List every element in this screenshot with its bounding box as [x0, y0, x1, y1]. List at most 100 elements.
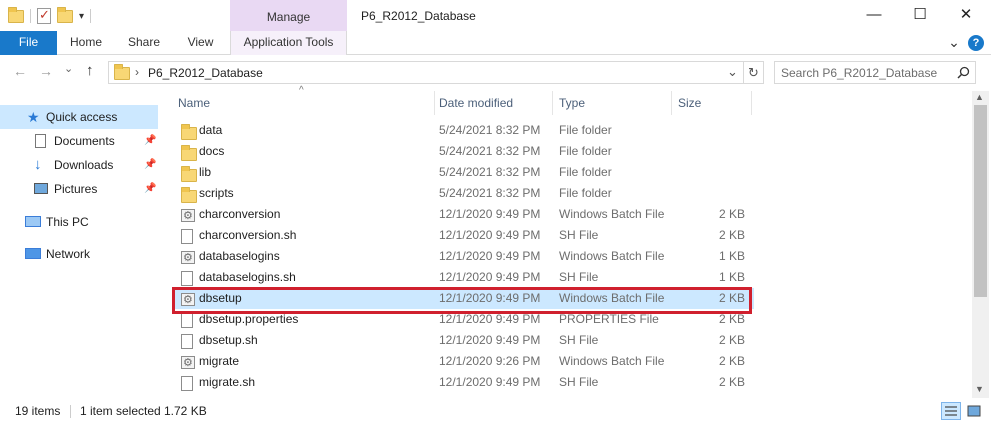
recent-locations-button[interactable]: ⌄	[64, 62, 73, 75]
file-row[interactable]: dbsetup.sh 12/1/2020 9:49 PM SH File 2 KB	[172, 330, 754, 351]
close-button[interactable]: ✕	[943, 0, 989, 31]
forward-button[interactable]: →	[39, 63, 53, 79]
nav-item-this-pc[interactable]: This PC	[0, 210, 158, 234]
column-headers: ^ Name Date modified Type Size	[172, 85, 972, 115]
file-name: lib	[199, 165, 212, 179]
tab-view[interactable]: View	[178, 31, 223, 55]
column-divider[interactable]	[434, 91, 435, 115]
nav-item-label: Pictures	[54, 182, 98, 196]
up-button[interactable]: ↑	[86, 62, 94, 79]
file-icon-shape	[181, 271, 193, 286]
column-divider[interactable]	[671, 91, 672, 115]
file-type: File folder	[559, 186, 612, 200]
help-icon[interactable]: ?	[968, 35, 984, 51]
column-divider[interactable]	[552, 91, 553, 115]
pin-icon[interactable]: 📌	[144, 129, 156, 153]
address-dropdown-icon[interactable]: ⌄	[727, 64, 738, 80]
file-type: Windows Batch File	[559, 249, 665, 263]
file-date: 5/24/2021 8:32 PM	[439, 144, 541, 158]
file-size: 2 KB	[718, 354, 745, 368]
vertical-scrollbar[interactable]: ▲ ▼	[972, 91, 989, 398]
file-type: SH File	[559, 333, 599, 347]
file-row[interactable]: databaselogins.sh 12/1/2020 9:49 PM SH Fil…	[172, 267, 754, 288]
batch-file-icon-shape	[181, 206, 195, 227]
scroll-up-arrow[interactable]: ▲	[975, 92, 984, 102]
nav-item-label: Network	[46, 247, 91, 261]
selection-count: 1 item selected	[80, 404, 161, 418]
file-type: Windows Batch File	[559, 354, 665, 368]
batch-file-icon-shape	[181, 248, 195, 269]
folder-icon-shape	[181, 166, 197, 182]
file-row[interactable]: lib 5/24/2021 8:32 PM File folder	[172, 162, 754, 183]
back-button[interactable]: ←	[13, 63, 27, 79]
nav-item-pictures[interactable]: Pictures 📌	[0, 177, 158, 201]
documents-icon	[35, 134, 46, 148]
file-row[interactable]: charconversion.sh 12/1/2020 9:49 PM SH Fil…	[172, 225, 754, 246]
title-bar: ▾ Manage P6_R2012_Database — ☐ ✕	[0, 0, 991, 31]
file-name: data	[199, 123, 223, 137]
minimize-button[interactable]: —	[851, 0, 897, 31]
nav-item-quick-access[interactable]: ★ Quick access	[0, 105, 158, 129]
refresh-button[interactable]: ↻	[744, 61, 764, 84]
file-size: 2 KB	[718, 375, 745, 389]
tab-home[interactable]: Home	[62, 31, 110, 55]
pin-icon[interactable]: 📌	[144, 153, 156, 177]
file-row[interactable]: migrate.sh 12/1/2020 9:49 PM SH File 2 KB	[172, 372, 754, 393]
scroll-down-arrow[interactable]: ▼	[975, 384, 984, 394]
column-header-type[interactable]: Type	[559, 91, 669, 115]
file-size: 2 KB	[718, 228, 745, 242]
folder-icon-shape	[181, 145, 197, 161]
file-icon-shape	[181, 334, 193, 349]
properties-icon[interactable]	[37, 7, 51, 24]
column-header-name[interactable]: Name	[178, 91, 433, 115]
file-row[interactable]: data 5/24/2021 8:32 PM File folder	[172, 120, 754, 141]
search-icon[interactable]	[957, 66, 970, 79]
details-view-button[interactable]	[941, 402, 961, 420]
search-input[interactable]	[781, 62, 951, 83]
scrollbar-thumb[interactable]	[974, 105, 987, 297]
pictures-icon	[34, 183, 48, 194]
column-header-date[interactable]: Date modified	[439, 91, 549, 115]
file-date: 5/24/2021 8:32 PM	[439, 123, 541, 137]
file-type: File folder	[559, 144, 612, 158]
pin-icon[interactable]: 📌	[144, 177, 156, 201]
folder-icon-shape	[181, 124, 197, 140]
large-icons-view-button[interactable]	[964, 402, 984, 420]
file-row[interactable]: charconversion 12/1/2020 9:49 PM Windows B…	[172, 204, 754, 227]
quick-access-toolbar: ▾	[8, 5, 92, 27]
file-icon-shape	[181, 229, 193, 244]
nav-item-label: Documents	[54, 134, 115, 148]
column-divider[interactable]	[751, 91, 752, 115]
breadcrumb-current[interactable]: P6_R2012_Database	[148, 66, 263, 80]
folder-icon	[114, 64, 130, 80]
nav-item-documents[interactable]: Documents 📌	[0, 129, 158, 153]
tab-application-tools[interactable]: Application Tools	[230, 31, 347, 55]
file-size: 2 KB	[718, 207, 745, 221]
tab-share[interactable]: Share	[120, 31, 168, 55]
file-row[interactable]: migrate 12/1/2020 9:26 PM Windows Batch Fi…	[172, 351, 754, 374]
status-bar: 19 items 1 item selected 1.72 KB	[0, 399, 991, 426]
status-divider	[70, 405, 71, 418]
maximize-button[interactable]: ☐	[897, 0, 943, 31]
file-row[interactable]: databaselogins 12/1/2020 9:49 PM Windows B…	[172, 246, 754, 269]
address-bar[interactable]: › P6_R2012_Database ⌄	[108, 61, 744, 84]
ribbon-collapse-icon[interactable]: ⌄	[944, 31, 964, 55]
file-name: docs	[199, 144, 225, 158]
tab-file[interactable]: File	[0, 31, 57, 55]
large-icons-view-icon	[967, 405, 981, 417]
file-row[interactable]: docs 5/24/2021 8:32 PM File folder	[172, 141, 754, 162]
nav-item-downloads[interactable]: ↓ Downloads 📌	[0, 153, 158, 177]
file-row[interactable]: scripts 5/24/2021 8:32 PM File folder	[172, 183, 754, 204]
customize-toolbar-icon[interactable]: ▾	[79, 11, 84, 22]
nav-item-network[interactable]: Network	[0, 242, 158, 266]
file-icon	[181, 376, 193, 398]
nav-item-label: Downloads	[54, 158, 114, 172]
file-name: dbsetup.sh	[199, 333, 258, 347]
new-folder-icon[interactable]	[57, 6, 73, 23]
folder-icon	[8, 6, 24, 23]
star-icon: ★	[27, 109, 40, 125]
file-size: 2 KB	[718, 333, 745, 347]
search-box[interactable]	[774, 61, 976, 84]
column-header-size[interactable]: Size	[678, 91, 748, 115]
breadcrumb-separator[interactable]: ›	[135, 65, 139, 79]
